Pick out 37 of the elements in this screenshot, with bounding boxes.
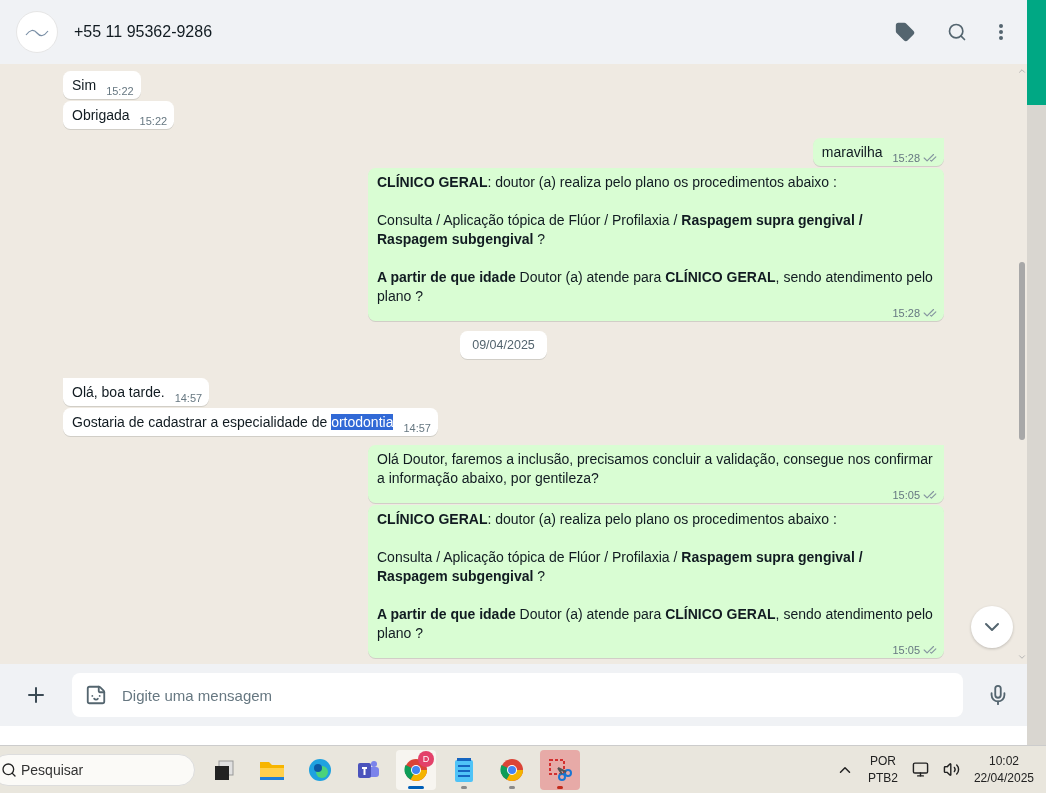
sticker-icon[interactable]: [85, 684, 107, 706]
message-text: maravilha: [821, 143, 883, 162]
message-time: 15:28: [892, 306, 920, 320]
message-text: Obrigada: [72, 106, 130, 125]
volume-icon[interactable]: [942, 761, 960, 778]
browser-icon: [308, 757, 332, 782]
search-icon: [1, 761, 17, 778]
message-text: CLÍNICO GERAL: doutor (a) realiza pelo plano os procedimentos abaixo : Consulta / Aplicação tópica de Flúor / Profilaxia / Raspagem supra gengival / Raspagem subgengival ? A partir de que idade Doutor (a) atende para CLÍNICO GERAL, sendo atendimento pelo plano ?: [377, 510, 934, 643]
taskbar-search-field[interactable]: Pesquisar: [0, 753, 195, 786]
notepad-icon: [453, 756, 475, 783]
windows-icon: [213, 758, 235, 781]
notification-badge: D: [418, 750, 434, 767]
date-separator: 09/04/2025: [460, 331, 547, 359]
scroll-to-bottom-button[interactable]: [971, 606, 1013, 648]
tag-icon: [895, 22, 915, 42]
network-icon[interactable]: [911, 761, 929, 778]
clock[interactable]: 10:02 22/04/2025: [973, 752, 1034, 787]
search-icon: [947, 22, 967, 42]
message-text: Gostaria de cadastrar a especialidade de ortodontia: [72, 413, 394, 432]
language-indicator[interactable]: POR PTB2: [867, 752, 898, 787]
message-text: CLÍNICO GERAL: doutor (a) realiza pelo plano os procedimentos abaixo : Consulta / Aplicação tópica de Flúor / Profilaxia / Raspagem supra gengival / Raspagem subgengival ? A partir de que idade Doutor (a) atende para CLÍNICO GERAL, sendo atendimento pelo plano ?: [377, 173, 934, 306]
menu-icon: [999, 24, 1003, 40]
message-input[interactable]: Digite uma mensagem: [72, 673, 963, 717]
message-time: 15:28: [892, 151, 920, 165]
message-text: Sim: [72, 76, 97, 95]
message-text: Olá, boa tarde.: [72, 383, 165, 402]
message-time: 15:22: [106, 84, 134, 98]
taskbar-app-button[interactable]: D: [396, 749, 436, 790]
scissors-icon: [548, 757, 572, 782]
chrome-icon: [500, 757, 524, 782]
scrollbar-thumb[interactable]: [1019, 262, 1025, 440]
message-time: 14:57: [403, 421, 431, 435]
message-text: Olá Doutor, faremos a inclusão, precisamos concluir a validação, consegue nos confirmar a informação abaixo, por gentileza?: [377, 450, 934, 488]
message-time: 15:05: [892, 488, 920, 502]
message-time: 14:57: [174, 391, 203, 405]
message-time: 15:05: [892, 643, 920, 657]
message-time: 15:22: [139, 114, 168, 128]
